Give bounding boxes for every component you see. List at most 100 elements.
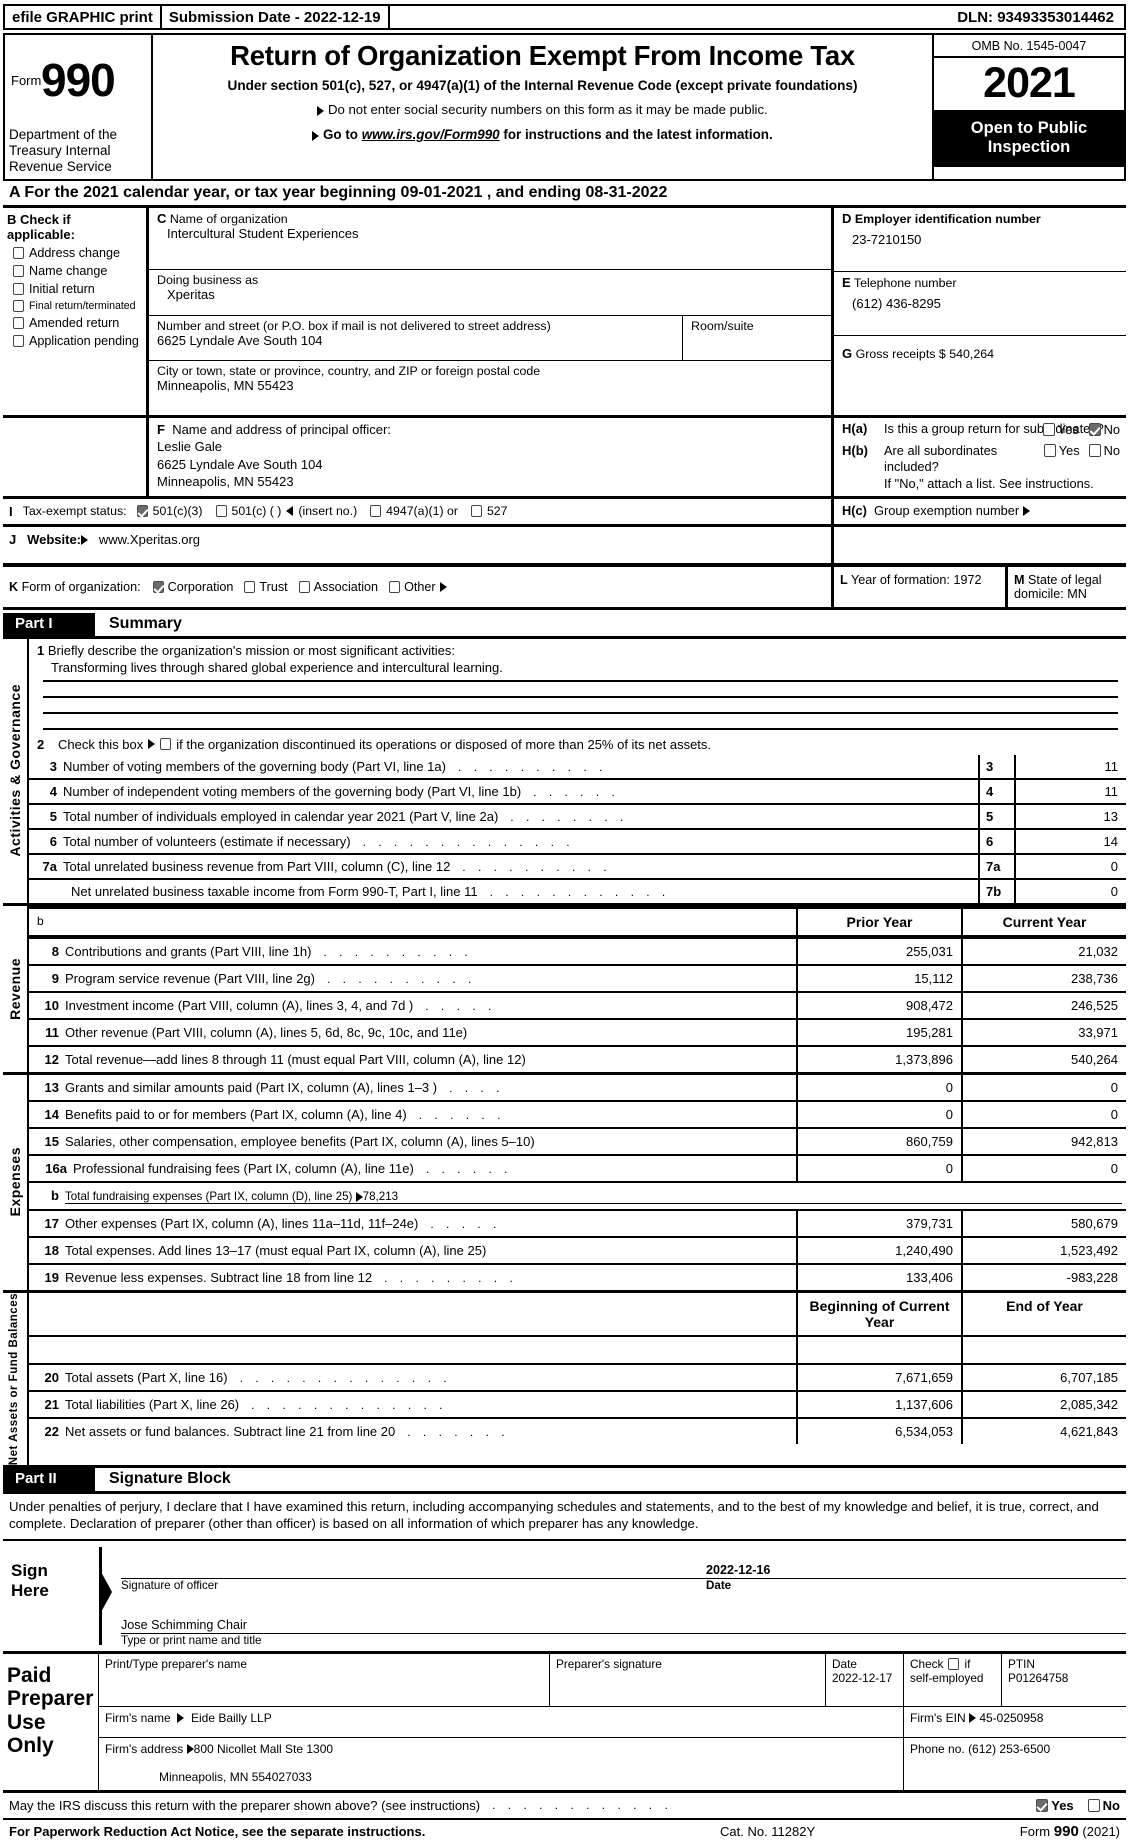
table-row: 22 Net assets or fund balances. Subtract… bbox=[29, 1416, 1126, 1444]
current-year-value: 33,971 bbox=[961, 1019, 1126, 1045]
beginning-of-year-value: 1,137,606 bbox=[796, 1391, 961, 1417]
checkbox-address-change[interactable]: Address change bbox=[13, 246, 142, 260]
current-year-value: 0 bbox=[961, 1074, 1126, 1100]
checkbox-icon[interactable] bbox=[1087, 1798, 1100, 1812]
ptin-value: P01264758 bbox=[1008, 1670, 1069, 1685]
check-if-applicable-heading: B Check if applicable: bbox=[7, 212, 75, 242]
irs-discuss-yes-option[interactable]: Yes bbox=[1036, 1798, 1074, 1813]
leader-dots: . . . . . . . . . . bbox=[327, 971, 476, 986]
checkbox-application-pending[interactable]: Application pending bbox=[13, 334, 142, 348]
fundraising-expenses-value: 78,213 bbox=[362, 1189, 399, 1203]
preparer-name-caption: Print/Type preparer's name bbox=[105, 1656, 247, 1671]
current-year-value: 1,523,492 bbox=[961, 1237, 1126, 1263]
checkbox-icon[interactable] bbox=[13, 283, 24, 295]
checkbox-amended-return[interactable]: Amended return bbox=[13, 316, 142, 330]
org-association-option[interactable]: Association bbox=[298, 580, 378, 594]
org-trust-option[interactable]: Trust bbox=[244, 580, 288, 594]
self-employed-cell[interactable]: Check if self-employed bbox=[904, 1653, 1002, 1706]
checkbox-icon[interactable] bbox=[1088, 443, 1101, 457]
part-ii-header: Part II Signature Block bbox=[3, 1467, 1126, 1494]
Hb-yes-option[interactable]: Yes bbox=[1043, 443, 1080, 458]
form-title-block: Return of Organization Exempt From Incom… bbox=[153, 35, 934, 179]
checkbox-icon[interactable] bbox=[13, 300, 24, 312]
checkbox-icon[interactable] bbox=[1043, 443, 1056, 457]
checkbox-icon[interactable] bbox=[13, 247, 24, 259]
telephone-value: (612) 436-8295 bbox=[852, 296, 941, 311]
checkbox-icon[interactable] bbox=[470, 505, 482, 518]
checkbox-icon[interactable] bbox=[1042, 422, 1055, 436]
preparer-name-cell[interactable]: Print/Type preparer's name bbox=[99, 1653, 550, 1706]
checkbox-self-employed[interactable] bbox=[948, 1657, 960, 1670]
prior-year-value: 0 bbox=[796, 1155, 961, 1181]
arrow-right-icon bbox=[355, 1191, 363, 1202]
preparer-signature-cell[interactable]: Preparer's signature bbox=[550, 1653, 826, 1706]
checkbox-checked-icon[interactable] bbox=[152, 580, 164, 593]
Ha-no-option[interactable]: No bbox=[1088, 422, 1120, 437]
sign-here-label: Sign Here bbox=[11, 1560, 49, 1601]
website-value[interactable]: www.Xperitas.org bbox=[99, 532, 200, 547]
status-501c3-option[interactable]: 501(c)(3) bbox=[136, 504, 203, 518]
irs-form990-link[interactable]: www.irs.gov/Form990 bbox=[362, 127, 500, 142]
spacer-right-j bbox=[834, 527, 1126, 563]
website-row: J Website: www.Xperitas.org bbox=[3, 526, 1126, 567]
paid-preparer-block: Paid Preparer Use Only Print/Type preparer… bbox=[3, 1653, 1126, 1793]
status-4947a1-option[interactable]: 4947(a)(1) or bbox=[370, 504, 458, 518]
checkbox-icon[interactable] bbox=[298, 580, 310, 593]
Hb-no-option[interactable]: No bbox=[1088, 443, 1120, 458]
signature-arrow-icon bbox=[99, 1546, 113, 1645]
mission-rule bbox=[43, 701, 1118, 714]
status-527-option[interactable]: 527 bbox=[470, 504, 507, 518]
side-label-net-assets: Net Assets or Fund Balances bbox=[3, 1292, 29, 1465]
leader-dots: . . . . . . . . . . . . . . bbox=[239, 1370, 452, 1385]
field-year-of-formation: L Year of formation: 1972 bbox=[834, 566, 1008, 607]
checkbox-icon[interactable] bbox=[370, 505, 382, 518]
status-501c-option[interactable]: 501(c) ( ) (insert no.) bbox=[215, 504, 357, 518]
org-other-option[interactable]: Other bbox=[389, 580, 447, 594]
arrow-right-icon bbox=[1022, 506, 1030, 517]
line-value: 13 bbox=[1103, 808, 1118, 824]
checkbox-checked-icon[interactable] bbox=[1088, 422, 1101, 436]
arrow-right-icon bbox=[186, 1744, 194, 1755]
checkbox-icon[interactable] bbox=[13, 317, 24, 329]
part-ii-tag: Part II bbox=[3, 1467, 95, 1491]
table-row: 16a Professional fundraising fees (Part … bbox=[29, 1153, 1126, 1181]
checkbox-icon[interactable] bbox=[215, 505, 227, 518]
group-return-questions: H(a) Is this a group return for subordin… bbox=[834, 418, 1126, 496]
leader-dots: . . . . . . bbox=[425, 1161, 512, 1176]
checkbox-initial-return[interactable]: Initial return bbox=[13, 282, 142, 296]
table-row: 8 Contributions and grants (Part VIII, l… bbox=[29, 936, 1126, 964]
self-employed-caption: self-employed bbox=[910, 1670, 984, 1685]
mission-label: Briefly describe the organization's miss… bbox=[47, 642, 455, 658]
checkbox-final-return-terminated[interactable]: Final return/terminated bbox=[13, 300, 142, 312]
firm-address-caption: Firm's address bbox=[105, 1741, 184, 1756]
entity-info-block: B Check if applicable: Address change Na… bbox=[3, 208, 1126, 418]
section-J-tag: J bbox=[9, 531, 17, 547]
checkbox-icon[interactable] bbox=[13, 265, 24, 277]
section-K-tag: K bbox=[9, 579, 19, 594]
leader-dots: . . . . bbox=[449, 1080, 504, 1095]
checkbox-discontinued-operations[interactable] bbox=[160, 738, 172, 751]
efile-header-strip: efile GRAPHIC print Submission Date - 20… bbox=[3, 4, 1126, 30]
checkbox-name-change[interactable]: Name change bbox=[13, 264, 142, 278]
current-year-value: 942,813 bbox=[961, 1128, 1126, 1154]
checkbox-checked-icon[interactable] bbox=[136, 505, 148, 518]
arrow-left-icon bbox=[286, 506, 294, 517]
preparer-date-value: 2022-12-17 bbox=[832, 1670, 893, 1685]
tax-exempt-status-label: Tax-exempt status: bbox=[22, 504, 127, 519]
checkbox-checked-icon[interactable] bbox=[1036, 1798, 1049, 1812]
question-Hb: H(b) Are all subordinates included? Yes … bbox=[842, 442, 1120, 474]
checkbox-icon[interactable] bbox=[389, 580, 401, 593]
form-note-goto: Go to www.irs.gov/Form990 for instructio… bbox=[153, 127, 932, 142]
irs-discuss-no-option[interactable]: No bbox=[1087, 1798, 1120, 1813]
table-row: 14 Benefits paid to or for members (Part… bbox=[29, 1099, 1126, 1127]
checkbox-icon[interactable] bbox=[244, 580, 256, 593]
officer-name-line: Jose Schimming Chair Type or print name … bbox=[121, 1592, 1126, 1647]
Ha-yes-option[interactable]: Yes bbox=[1042, 422, 1079, 437]
firm-name-cell: Firm's name Eide Bailly LLP bbox=[99, 1706, 904, 1737]
table-row-fundraising-expenses: b Total fundraising expenses (Part IX, c… bbox=[29, 1180, 1126, 1209]
officer-signature-field[interactable] bbox=[121, 1563, 706, 1577]
submission-date-label: Submission Date - 2022-12-19 bbox=[162, 6, 390, 28]
tax-exempt-status-row: I Tax-exempt status: 501(c)(3) 501(c) ( … bbox=[3, 498, 1126, 527]
checkbox-icon[interactable] bbox=[13, 335, 24, 347]
org-corporation-option[interactable]: Corporation bbox=[152, 580, 233, 594]
